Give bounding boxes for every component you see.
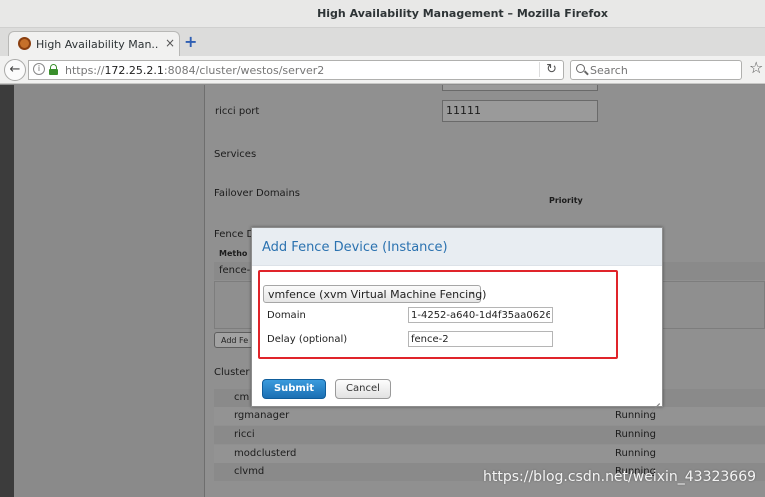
delay-input[interactable] bbox=[408, 331, 553, 347]
url-text[interactable]: https://172.25.2.1:8084/cluster/westos/s… bbox=[65, 64, 324, 77]
priority-column-header: Priority bbox=[549, 196, 583, 205]
dialog-header: Add Fence Device (Instance) bbox=[252, 228, 662, 266]
fence-agent-selected-value: vmfence (xvm Virtual Machine Fencing) bbox=[268, 288, 487, 301]
sidebar bbox=[14, 85, 205, 497]
add-fence-method-button[interactable]: Add Fe bbox=[214, 332, 254, 348]
site-info-icon[interactable]: i bbox=[33, 63, 45, 75]
table-row: rgmanager Running bbox=[214, 407, 765, 425]
ricci-port-input[interactable]: 11111 bbox=[442, 100, 598, 122]
back-button[interactable]: ← bbox=[4, 59, 26, 81]
new-tab-button[interactable]: + bbox=[184, 32, 197, 51]
cluster-daemons-heading: Cluster bbox=[214, 367, 250, 378]
window-title: High Availability Management – Mozilla F… bbox=[317, 7, 608, 20]
fence-agent-select[interactable]: vmfence (xvm Virtual Machine Fencing) ⌄ bbox=[263, 285, 486, 303]
add-fence-device-dialog: Add Fence Device (Instance) vmfence (xvm… bbox=[251, 227, 663, 412]
watermark: https://blog.csdn.net/weixin_43323669 bbox=[483, 469, 757, 485]
method-column-header: Metho bbox=[219, 249, 248, 258]
search-icon bbox=[576, 64, 585, 73]
back-arrow-icon: ← bbox=[9, 62, 21, 77]
search-input[interactable] bbox=[590, 63, 738, 78]
table-row: ricci Running bbox=[214, 426, 765, 444]
table-row: modclusterd Running bbox=[214, 445, 765, 463]
dialog-title: Add Fence Device (Instance) bbox=[262, 240, 448, 255]
services-heading: Services bbox=[214, 149, 257, 160]
reload-icon[interactable]: ↻ bbox=[539, 62, 557, 77]
tab-label: High Availability Man... bbox=[36, 38, 158, 51]
bookmark-star-icon[interactable]: ☆ bbox=[749, 58, 763, 77]
domain-label: Domain bbox=[267, 310, 306, 321]
close-tab-icon[interactable]: × bbox=[165, 36, 175, 50]
chevron-down-icon: ⌄ bbox=[468, 287, 476, 297]
search-bar[interactable] bbox=[570, 60, 742, 80]
cancel-button[interactable]: Cancel bbox=[335, 379, 391, 399]
node-field-partial[interactable] bbox=[442, 85, 598, 91]
fence-devices-heading: Fence D bbox=[214, 229, 255, 240]
left-edge-bar bbox=[0, 85, 14, 497]
nav-toolbar: ← i https://172.25.2.1:8084/cluster/west… bbox=[0, 56, 765, 84]
failover-domains-heading: Failover Domains bbox=[214, 188, 301, 199]
tab-high-availability[interactable]: High Availability Man... × bbox=[8, 31, 180, 56]
tab-strip: High Availability Man... × + bbox=[0, 28, 765, 56]
window-titlebar: High Availability Management – Mozilla F… bbox=[0, 0, 765, 28]
resize-grip-icon[interactable] bbox=[651, 395, 660, 412]
submit-button[interactable]: Submit bbox=[262, 379, 326, 399]
lock-icon bbox=[49, 64, 58, 75]
fence-method-name: fence- bbox=[219, 265, 251, 276]
domain-input[interactable] bbox=[408, 307, 553, 323]
conga-favicon-icon bbox=[18, 37, 31, 50]
ricci-port-label: ricci port bbox=[215, 106, 260, 117]
url-bar[interactable]: i https://172.25.2.1:8084/cluster/westos… bbox=[28, 60, 564, 80]
delay-label: Delay (optional) bbox=[267, 334, 348, 345]
